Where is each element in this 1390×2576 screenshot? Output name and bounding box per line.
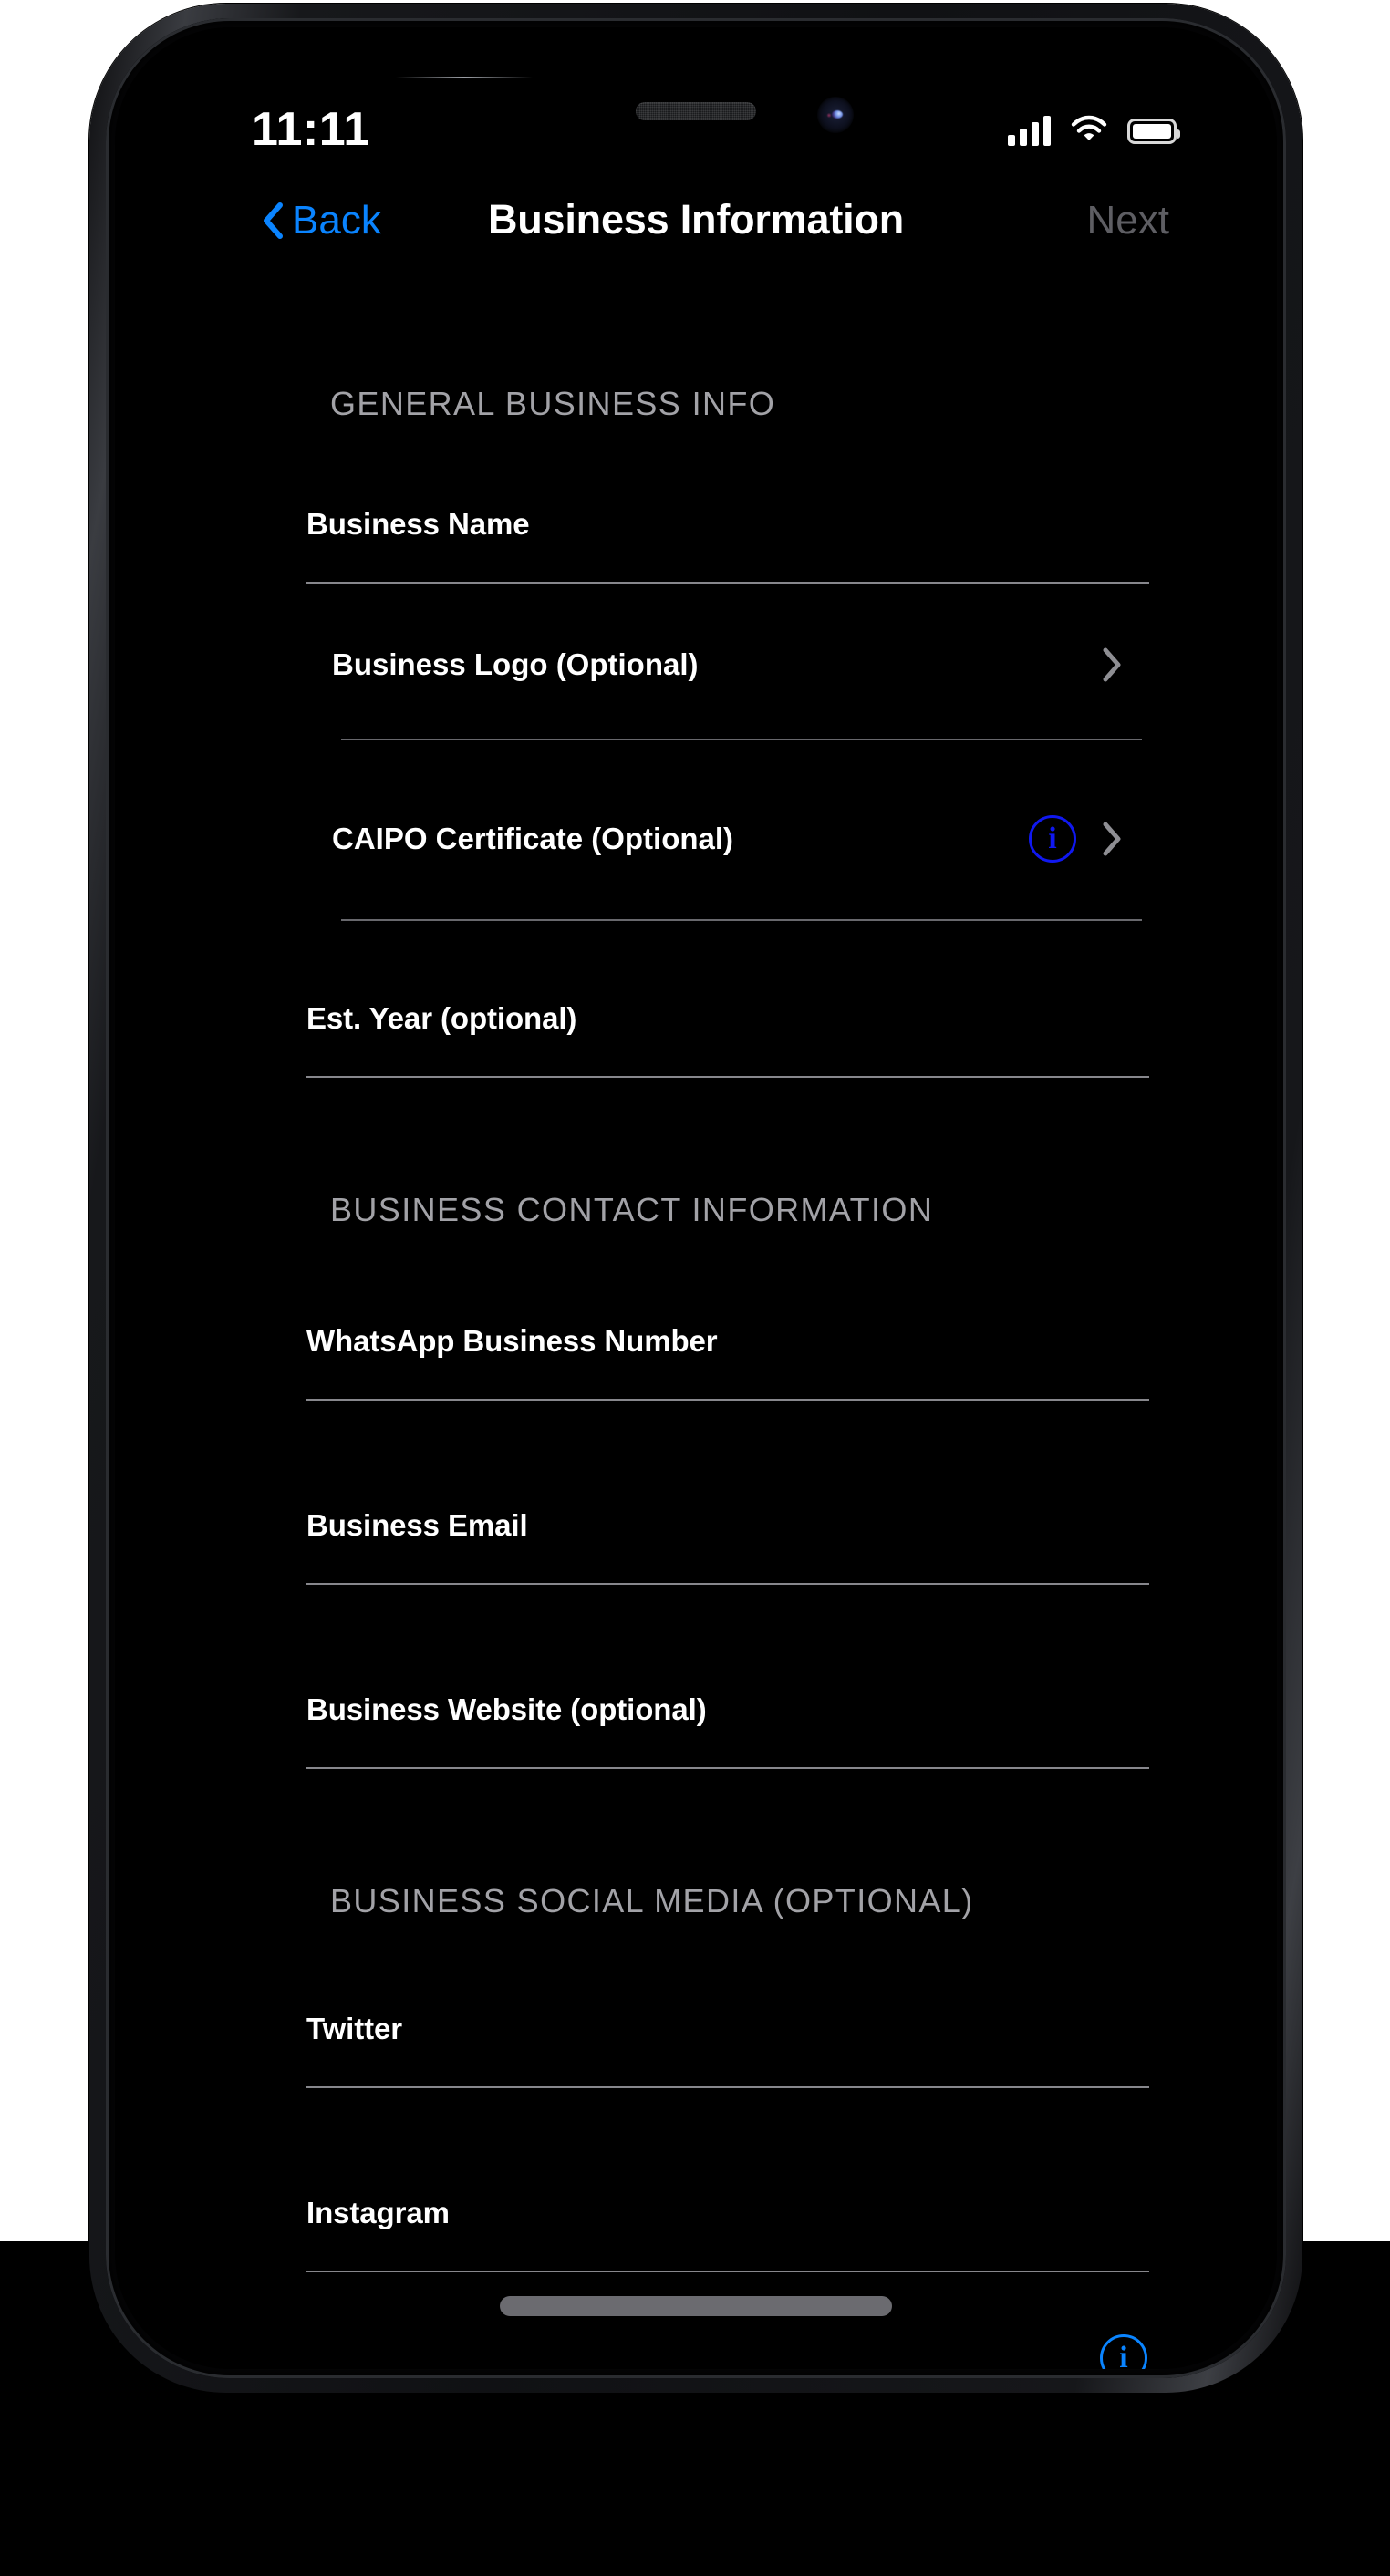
field-underline	[306, 582, 1149, 584]
row-divider	[341, 919, 1142, 921]
section-header-contact: BUSINESS CONTACT INFORMATION	[330, 1191, 934, 1228]
chevron-right-icon[interactable]	[1102, 647, 1122, 682]
info-icon-caipo[interactable]: i	[1029, 815, 1076, 863]
screenshot-root: 11:11 Back Business Information Next GEN…	[0, 0, 1390, 2576]
field-underline	[306, 2271, 1149, 2272]
field-business-email[interactable]: Business Email	[115, 1508, 1277, 1585]
field-business-name[interactable]: Business Name	[115, 507, 1277, 584]
status-bar-icons	[1008, 115, 1180, 147]
row-label: CAIPO Certificate (Optional)	[332, 822, 734, 855]
field-label: WhatsApp Business Number	[306, 1324, 718, 1358]
field-underline	[306, 1399, 1149, 1401]
field-label: Est. Year (optional)	[306, 1001, 577, 1035]
chevron-right-icon[interactable]	[1102, 822, 1122, 856]
section-header-general: GENERAL BUSINESS INFO	[330, 385, 776, 422]
status-bar-clock: 11:11	[252, 103, 370, 156]
divider-after-caipo	[115, 919, 1277, 921]
field-instagram[interactable]: Instagram	[115, 2196, 1277, 2272]
row-business-logo[interactable]: Business Logo (Optional)	[115, 647, 1277, 682]
cellular-signal-icon	[1008, 116, 1051, 146]
status-bar: 11:11	[115, 27, 1277, 219]
field-est-year[interactable]: Est. Year (optional)	[115, 1001, 1277, 1078]
field-label: Twitter	[306, 2012, 403, 2045]
field-whatsapp-number[interactable]: WhatsApp Business Number	[115, 1324, 1277, 1401]
row-label: Business Logo (Optional)	[332, 647, 699, 681]
field-underline	[306, 1076, 1149, 1078]
form-content: GENERAL BUSINESS INFO Business Name Busi…	[115, 301, 1277, 2369]
divider-after-logo	[115, 739, 1277, 740]
wifi-icon	[1071, 115, 1107, 147]
phone-device: 11:11 Back Business Information Next GEN…	[89, 4, 1302, 2393]
field-underline	[306, 1767, 1149, 1769]
field-label: Business Name	[306, 507, 530, 541]
info-icon-facebook[interactable]: i	[1100, 2334, 1147, 2369]
next-button[interactable]: Next	[1087, 198, 1169, 243]
phone-screen: 11:11 Back Business Information Next GEN…	[115, 27, 1277, 2369]
field-label: Business Email	[306, 1508, 528, 1542]
row-divider	[341, 739, 1142, 740]
section-header-social: BUSINESS SOCIAL MEDIA (OPTIONAL)	[330, 1882, 974, 1919]
home-indicator[interactable]	[500, 2296, 892, 2316]
field-business-website[interactable]: Business Website (optional)	[115, 1692, 1277, 1769]
field-twitter[interactable]: Twitter	[115, 2012, 1277, 2088]
field-underline	[306, 1583, 1149, 1585]
field-label: Instagram	[306, 2196, 450, 2229]
field-underline	[306, 2086, 1149, 2088]
battery-icon	[1127, 118, 1180, 144]
row-caipo-certificate[interactable]: CAIPO Certificate (Optional) i	[115, 815, 1277, 863]
navigation-bar: Back Business Information Next	[115, 196, 1277, 280]
field-label: Business Website (optional)	[306, 1692, 707, 1726]
